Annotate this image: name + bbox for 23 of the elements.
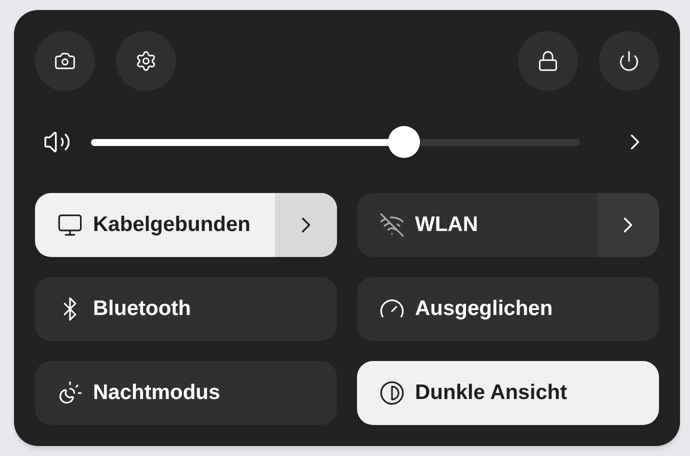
quick-toggle[interactable]: Dunkle Ansicht [357, 361, 659, 425]
contrast-icon [379, 380, 405, 406]
sun-moon-icon [57, 380, 83, 406]
monitor-icon [57, 212, 83, 238]
quick-toggle[interactable]: Nachtmodus [35, 361, 337, 425]
toggle-label: Ausgeglichen [415, 296, 553, 322]
toggle-label: Nachtmodus [93, 380, 220, 406]
toggle-label: Dunkle Ansicht [415, 380, 568, 406]
wifi-off-icon [379, 212, 405, 238]
quick-toggle[interactable]: Kabelgebunden [35, 193, 337, 257]
quick-toggle[interactable]: Bluetooth [35, 277, 337, 341]
power-icon [618, 50, 640, 72]
toggle-menu-button[interactable] [275, 193, 337, 257]
quick-toggle[interactable]: WLAN [357, 193, 659, 257]
settings-icon [135, 50, 157, 72]
quick-toggle[interactable]: Ausgeglichen [357, 277, 659, 341]
toggle-label: Bluetooth [93, 296, 191, 322]
volume-slider[interactable] [91, 127, 580, 157]
toggle-label: Kabelgebunden [93, 212, 251, 238]
camera-icon [54, 50, 76, 72]
lock-icon [537, 50, 559, 72]
toggle-menu-button[interactable] [597, 193, 659, 257]
toggle-label: WLAN [415, 212, 478, 238]
